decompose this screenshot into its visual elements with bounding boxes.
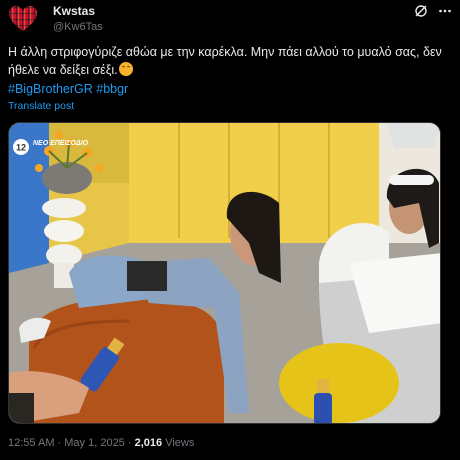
tweet-body: Η άλλη στριφογύριζε αθώα με την καρέκλα.… [8, 45, 442, 77]
tweet-media-image[interactable]: 12 ΝΕΟ ΕΠΕΙΣΟΔΙΟ [8, 122, 441, 424]
heart-icon [9, 6, 37, 31]
hashtags: #BigBrotherGR #bbgr [8, 81, 128, 97]
header-actions [414, 4, 452, 18]
post-date[interactable]: May 1, 2025 [64, 437, 125, 449]
post-time[interactable]: 12:55 AM [8, 437, 54, 449]
author-info[interactable]: Kwstas @Kw6Tas [53, 4, 103, 34]
views-count: 2,016 [134, 437, 163, 449]
display-name[interactable]: Kwstas [53, 4, 103, 18]
meta-separator: · [54, 437, 65, 449]
tweet-metadata: 12:55 AM · May 1, 2025 · 2,016 Views [8, 437, 194, 449]
tweet-text: Η άλλη στριφογύριζε αθώα με την καρέκλα.… [8, 43, 452, 79]
tv-scene-photo: 12 ΝΕΟ ΕΠΕΙΣΟΔΙΟ [9, 123, 440, 423]
tweet-header: Kwstas @Kw6Tas [8, 4, 452, 34]
avatar[interactable] [8, 5, 38, 33]
tv-badge-number: 12 [16, 143, 26, 153]
grok-icon[interactable] [414, 4, 428, 18]
user-handle[interactable]: @Kw6Tas [53, 20, 103, 34]
meta-separator: · [124, 437, 135, 449]
more-icon[interactable] [438, 4, 452, 18]
tv-badge-text: ΝΕΟ ΕΠΕΙΣΟΔΙΟ [33, 140, 89, 147]
hashtag-link[interactable]: #bbgr [96, 82, 128, 96]
translate-post-link[interactable]: Translate post [8, 100, 74, 112]
upside-down-face-emoji-icon [118, 62, 133, 76]
hashtag-link[interactable]: #BigBrotherGR [8, 82, 93, 96]
views-label: Views [165, 437, 195, 449]
